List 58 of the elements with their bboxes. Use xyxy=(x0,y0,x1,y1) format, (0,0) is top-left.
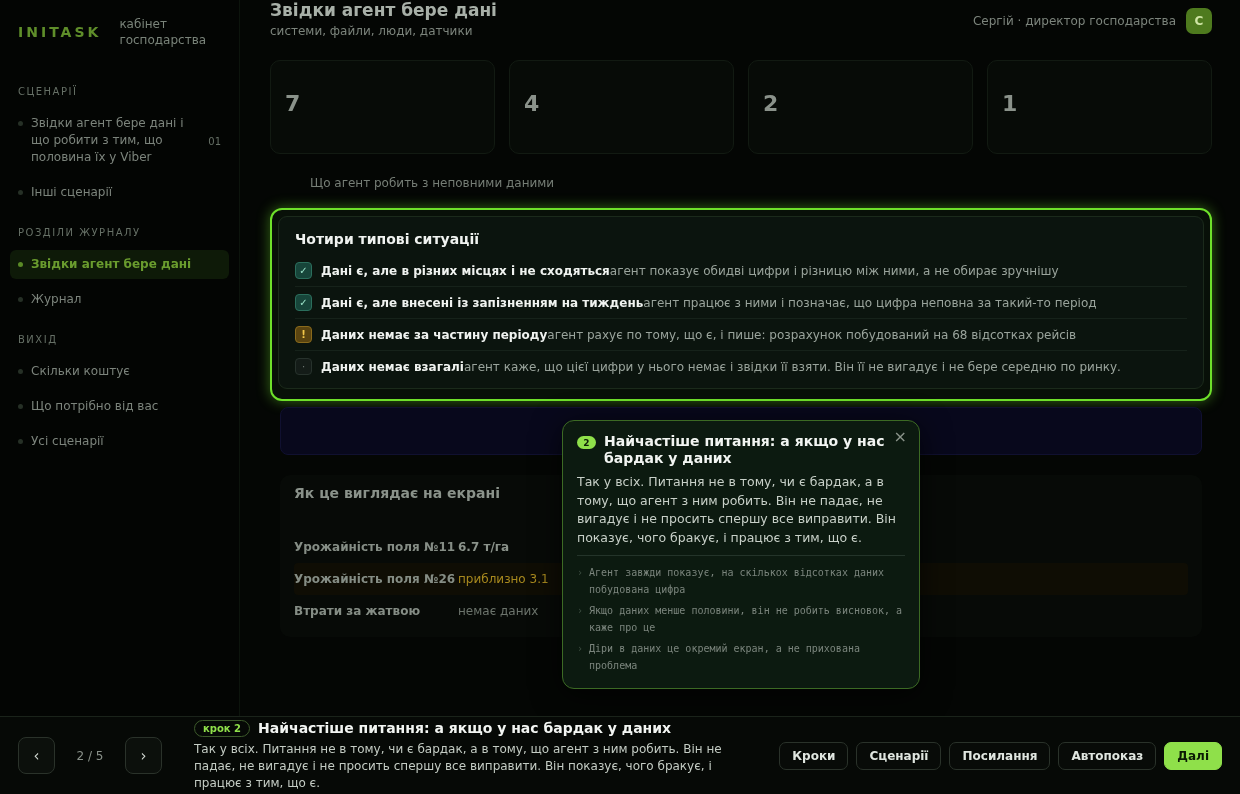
table-cell: 6.7 т/га xyxy=(458,540,510,554)
next-button[interactable]: › xyxy=(125,737,162,774)
status-icon: ! xyxy=(295,326,312,343)
status-icon: · xyxy=(295,358,312,375)
sidebar-heading: РОЗДІЛИ ЖУРНАЛУ xyxy=(17,226,142,240)
page-subtitle: системи, файли, люди, датчики xyxy=(270,24,474,38)
sidebar-heading: СЦЕНАРІЇ xyxy=(17,84,79,99)
bullet-mark: › xyxy=(577,566,584,580)
sidebar-heading: ВИХІД xyxy=(17,333,59,347)
status-icon: ✓ xyxy=(295,294,312,311)
sidebar-item[interactable]: Усі сценарії xyxy=(10,427,229,456)
situation-text: Дані є, але в різних місцях і не сходятьсяагент показує обидві цифри і різницю між ними, а не обирає зручнішу xyxy=(321,263,1059,278)
stat-value: 2 xyxy=(763,91,779,116)
logo: INITASK xyxy=(18,24,102,40)
page-title: Звідки агент бере дані xyxy=(270,0,497,20)
table-cell-text: Урожайність поля №26 xyxy=(294,572,457,586)
previous-button[interactable]: ‹ xyxy=(18,737,55,774)
step-text: Так у всіх. Питання не в тому, чи є бардак, а в тому, що агент з ним робить. Він не падає, не вигадує і не просить спершу все виправити. Він показує, чого бракує, і працює з тим, що є. xyxy=(194,740,723,792)
item-number: 01 xyxy=(208,135,221,149)
sidebar-item[interactable]: Скільки коштує xyxy=(10,357,229,386)
sidebar-item[interactable]: Журнал xyxy=(10,285,229,314)
bullet-text: Діри в даних це окремий екран, а не прихована проблема xyxy=(589,642,861,673)
close-button[interactable]: × xyxy=(889,427,911,446)
avatar[interactable]: С xyxy=(1186,8,1212,34)
status-icon: ✓ xyxy=(295,262,312,279)
sidebar-item[interactable]: Звідки агент бере дані і що робити з тим, що половина їх у Viber 01 xyxy=(10,109,229,172)
sidebar-item[interactable]: Інші сценарії xyxy=(10,178,229,207)
step-badge: 2 xyxy=(577,436,596,449)
table-cell: немає даних xyxy=(458,604,539,618)
situation-text: Даних немає за частину періодуагент рахує по тому, що є, і пише: розрахунок побудований на 68 відсотках рейсів xyxy=(321,327,1077,342)
bullet-mark: › xyxy=(577,642,584,656)
stat-value: 1 xyxy=(1002,91,1018,116)
bar-button[interactable]: Посилання xyxy=(949,741,1051,770)
bar-button[interactable]: Кроки xyxy=(779,741,849,770)
popover-text: Так у всіх. Питання не в тому, чи є бардак, а в тому, що агент з ним робить. Він не падає, не вигадує і не просить спершу все виправити. Він показує, чого бракує, і працює з тим, що є. xyxy=(577,473,897,547)
user-name: Сергій · директор господарства xyxy=(972,14,1176,28)
table-cell-text: Втрати за жатвою xyxy=(294,604,422,618)
bullet-text: Якщо даних менше половини, він не робить висновок, а каже про це xyxy=(589,604,904,635)
screen-title: Як це виглядає на екрані xyxy=(294,485,500,501)
panel-title: Чотири типові ситуації xyxy=(295,231,481,247)
situation-text: Даних немає взагаліагент каже, що цієї цифри у нього немає і звідки її взяти. Він її не вигадує і не бере середню по ринку. xyxy=(321,359,1121,374)
step-title: Найчастіше питання: а якщо у нас бардак у даних xyxy=(258,720,672,736)
bullet-mark: › xyxy=(577,604,584,618)
table-cell: приблизно 3.1 xyxy=(458,572,549,586)
sidebar-item[interactable]: Що потрібно від вас xyxy=(10,392,229,421)
sidebar-item[interactable]: Звідки агент бере дані xyxy=(10,250,229,279)
step-counter: 2 / 5 xyxy=(75,748,105,763)
section-title: Що агент робить з неповними даними xyxy=(309,175,556,192)
bullet-text: Агент завжди показує, на скількох відсотках даних побудована цифра xyxy=(589,566,886,597)
stat-value: 7 xyxy=(285,91,301,116)
bar-button[interactable]: Далі xyxy=(1164,741,1222,770)
popover-title: Найчастіше питання: а якщо у нас бардак у даних xyxy=(604,433,885,467)
logo-subtitle: кабінет господарства xyxy=(119,16,208,48)
bar-button[interactable]: Сценарії xyxy=(856,741,942,770)
table-cell-text: Урожайність поля №11 xyxy=(294,540,457,554)
bar-button[interactable]: Автопоказ xyxy=(1058,741,1157,770)
stat-value: 4 xyxy=(524,91,540,116)
situation-text: Дані є, але внесені із запізненням на тижденьагент працює з ними і позначає, що цифра неповна за такий-то період xyxy=(321,295,1097,310)
